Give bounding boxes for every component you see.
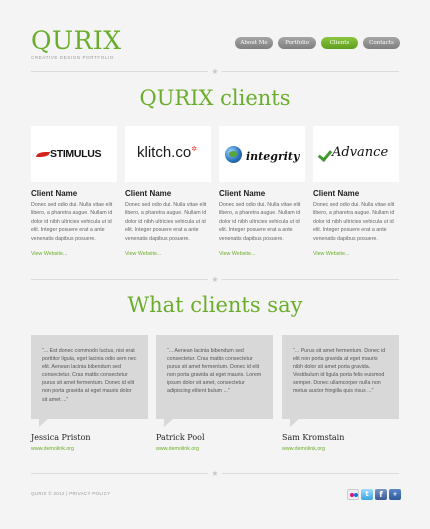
- testimonial-quote: “... Est donec commodo luctus, nisi erat…: [42, 348, 137, 403]
- bubble-tail: [39, 419, 48, 427]
- client-description: Donec sed odio dui. Nulla vitae elit lib…: [31, 202, 113, 242]
- testimonial-quote: “... Purus sit amet fermentum. Donec id …: [293, 348, 386, 395]
- globe-icon: [225, 146, 242, 163]
- client-name: Client Name: [31, 189, 78, 198]
- quote-bubble: “... Purus sit amet fermentum. Donec id …: [282, 335, 399, 427]
- testimonial-author: Sam Kromstain: [282, 433, 345, 442]
- client-logo-box[interactable]: STIMULUS: [31, 126, 117, 182]
- nav-clients[interactable]: Clients: [321, 37, 358, 49]
- client-card: integrity Client Name Donec sed odio dui…: [219, 126, 305, 257]
- swoosh-icon: [35, 152, 51, 157]
- client-logo-box[interactable]: integrity: [219, 126, 305, 182]
- testimonial-card: “... Aenean lacinia bibendum sed consect…: [156, 335, 273, 452]
- view-website-link[interactable]: View Website...: [125, 251, 211, 257]
- testimonial-author: Patrick Pool: [156, 433, 205, 442]
- client-card: Advance Client Name Donec sed odio dui. …: [313, 126, 399, 257]
- advance-logo: Advance: [317, 144, 399, 164]
- testimonial-card: “... Purus sit amet fermentum. Donec id …: [282, 335, 399, 452]
- flickr-icon[interactable]: [347, 489, 359, 500]
- quote-bubble: “... Est donec commodo luctus, nisi erat…: [31, 335, 148, 427]
- logo-wordmark: integrity: [246, 150, 300, 163]
- testimonial-quote: “... Aenean lacinia bibendum sed consect…: [167, 348, 262, 395]
- twitter-icon[interactable]: t: [361, 489, 373, 500]
- client-description: Donec sed odio dui. Nulla vitae elit lib…: [219, 202, 301, 242]
- view-website-link[interactable]: View Website...: [219, 251, 305, 257]
- testimonial-link[interactable]: www.demolink.org: [156, 446, 273, 452]
- stimulus-logo: STIMULUS: [35, 148, 115, 160]
- checkmark-icon: [317, 146, 333, 163]
- bubble-tail: [164, 419, 173, 427]
- logo-tagline: CREATIVE DESIGN PORTFOLIO: [31, 55, 114, 60]
- client-logo-box[interactable]: klitch.co✲: [125, 126, 211, 182]
- client-card: klitch.co✲ Client Name Donec sed odio du…: [125, 126, 211, 257]
- testimonial-card: “... Est donec commodo luctus, nisi erat…: [31, 335, 148, 452]
- logo-wordmark: STIMULUS: [50, 148, 102, 160]
- footer-copyright: QURIX © 2012 | PRIVACY POLICY: [31, 491, 111, 496]
- star-icon: ★: [208, 469, 222, 478]
- testimonial-author: Jessica Priston: [31, 433, 91, 442]
- clients-title: QURIX clients: [139, 86, 291, 110]
- nav-portfolio[interactable]: Portfolio: [278, 37, 316, 49]
- client-card: STIMULUS Client Name Donec sed odio dui.…: [31, 126, 117, 257]
- bubble-tail: [290, 419, 299, 427]
- facebook-icon[interactable]: f: [375, 489, 387, 500]
- logo-text: QURIX: [31, 26, 122, 55]
- client-name: Client Name: [219, 189, 266, 198]
- star-icon: ★: [208, 67, 222, 76]
- nav-about-me[interactable]: About Me: [235, 37, 273, 49]
- share-icon[interactable]: +: [389, 489, 401, 500]
- client-name: Client Name: [313, 189, 360, 198]
- testimonials-title: What clients say: [127, 293, 303, 317]
- logo-wordmark: klitch.co: [137, 144, 192, 161]
- testimonial-link[interactable]: www.demolink.org: [282, 446, 399, 452]
- star-icon: ★: [208, 275, 222, 284]
- testimonial-link[interactable]: www.demolink.org: [31, 446, 148, 452]
- logo-wordmark: Advance: [332, 145, 389, 160]
- site-logo[interactable]: QURIX CREATIVE DESIGN PORTFOLIO: [31, 26, 122, 61]
- client-name: Client Name: [125, 189, 172, 198]
- view-website-link[interactable]: View Website...: [313, 251, 399, 257]
- gear-dot-icon: ✲: [191, 146, 198, 153]
- klitch-logo: klitch.co✲: [137, 144, 197, 161]
- quote-bubble: “... Aenean lacinia bibendum sed consect…: [156, 335, 273, 427]
- nav-contacts[interactable]: Contacts: [363, 37, 400, 49]
- client-description: Donec sed odio dui. Nulla vitae elit lib…: [313, 202, 395, 242]
- client-logo-box[interactable]: Advance: [313, 126, 399, 182]
- view-website-link[interactable]: View Website...: [31, 251, 117, 257]
- main-nav: About Me Portfolio Clients Contacts: [235, 37, 400, 49]
- client-description: Donec sed odio dui. Nulla vitae elit lib…: [125, 202, 207, 242]
- integrity-logo: integrity: [224, 146, 304, 166]
